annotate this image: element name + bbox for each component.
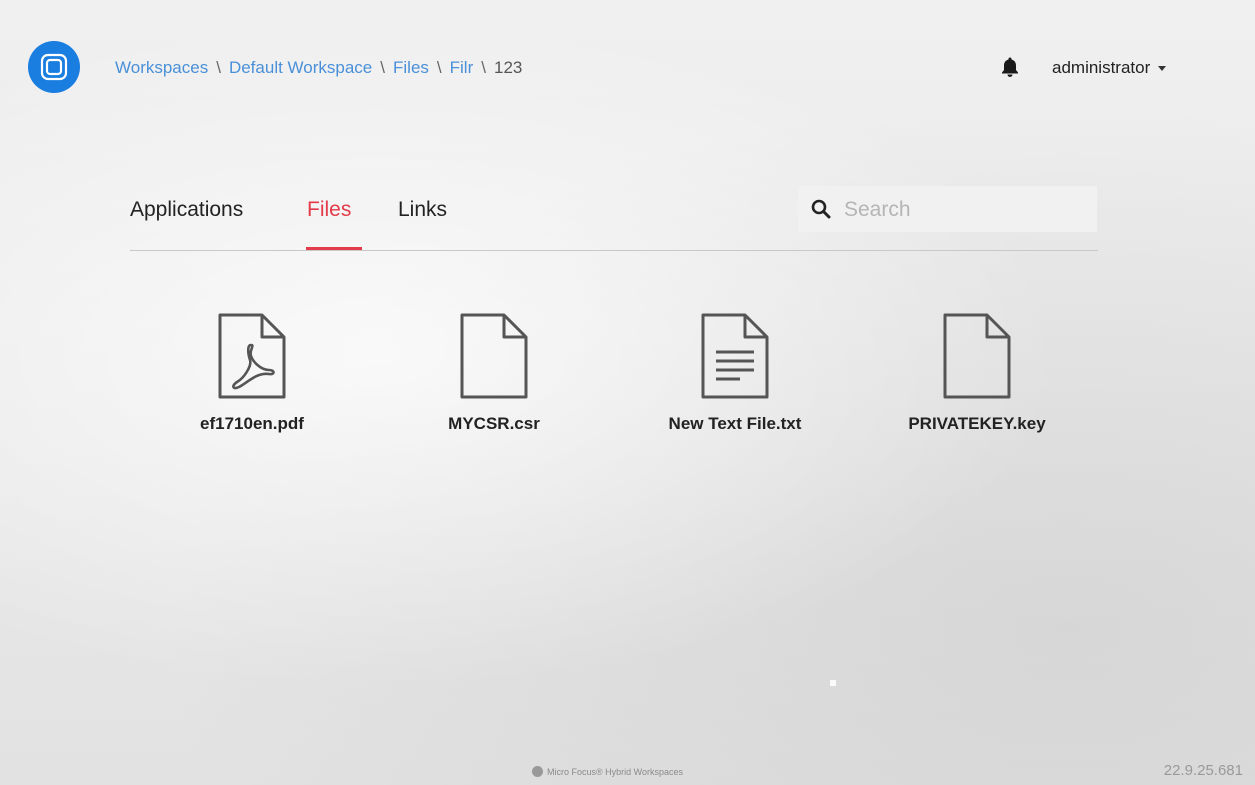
micro-focus-logo-icon [532, 766, 543, 777]
caret-down-icon [1158, 65, 1167, 71]
footer-brand: Micro Focus® Hybrid Workspaces [532, 766, 683, 777]
text-file-icon [701, 313, 769, 399]
search-box [798, 186, 1097, 232]
breadcrumb-separator: \ [436, 58, 442, 77]
breadcrumb-current: 123 [493, 58, 523, 77]
user-name: administrator [1052, 58, 1151, 77]
blank-file-icon [943, 313, 1011, 399]
file-name: PRIVATEKEY.key [908, 414, 1046, 433]
breadcrumb-default-workspace[interactable]: Default Workspace [229, 58, 372, 78]
tab-applications[interactable]: Applications [130, 198, 243, 222]
active-tab-indicator [306, 247, 362, 250]
notifications-button[interactable] [1000, 56, 1020, 78]
file-name: MYCSR.csr [448, 414, 540, 433]
search-input[interactable] [842, 194, 1086, 226]
tabs-bar: Applications Files Links [130, 186, 1098, 251]
breadcrumb-files[interactable]: Files [393, 58, 429, 78]
file-name: ef1710en.pdf [200, 414, 304, 433]
user-menu-dropdown[interactable]: administrator [1052, 58, 1167, 78]
version-label: 22.9.25.681 [1163, 762, 1243, 779]
workspace-logo-icon [40, 53, 68, 81]
page-background: Workspaces \ Default Workspace \ Files \… [0, 0, 1255, 785]
footer-brand-text: Micro Focus® Hybrid Workspaces [547, 766, 683, 777]
breadcrumb-workspaces[interactable]: Workspaces [115, 58, 208, 78]
breadcrumb-filr[interactable]: Filr [450, 58, 474, 78]
file-item[interactable]: PRIVATEKEY.key [877, 312, 1077, 434]
breadcrumb-separator: \ [216, 58, 221, 77]
breadcrumb-separator: \ [380, 58, 385, 77]
search-icon [811, 199, 831, 219]
file-item[interactable]: MYCSR.csr [394, 312, 594, 434]
tab-files[interactable]: Files [307, 198, 351, 222]
background-dot [830, 680, 836, 686]
file-name: New Text File.txt [668, 414, 802, 433]
pdf-file-icon [218, 313, 286, 399]
file-item[interactable]: ef1710en.pdf [152, 312, 352, 434]
tab-links[interactable]: Links [398, 198, 447, 222]
file-item[interactable]: New Text File.txt [635, 312, 835, 434]
blank-file-icon [460, 313, 528, 399]
app-logo-button[interactable] [28, 41, 80, 93]
breadcrumb: Workspaces \ Default Workspace \ Files \… [115, 58, 522, 78]
bell-icon [1002, 57, 1018, 77]
breadcrumb-separator: \ [481, 58, 486, 77]
